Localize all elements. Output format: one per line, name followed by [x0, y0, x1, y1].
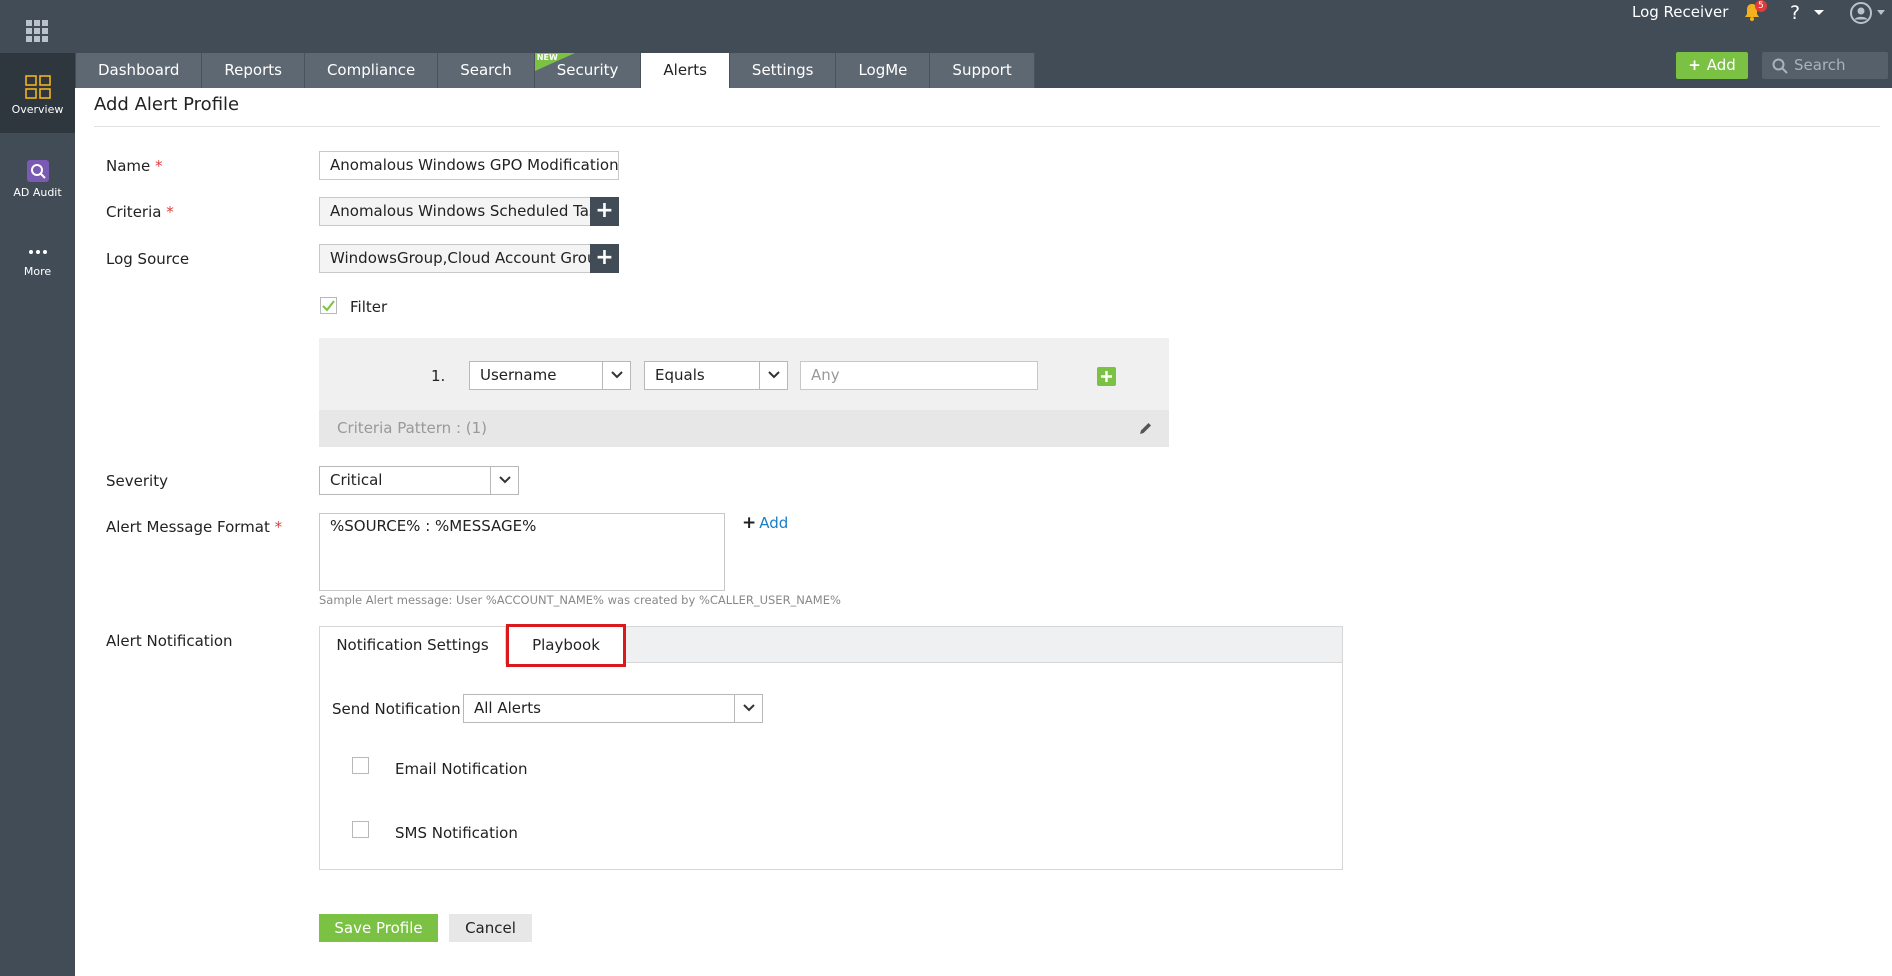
filter-checkbox[interactable] [320, 297, 337, 314]
main-tabs: Dashboard Reports Compliance Search NEW … [76, 53, 1035, 88]
filter-value-input[interactable]: Any [800, 361, 1038, 390]
tab-compliance[interactable]: Compliance [304, 53, 439, 88]
tab-notification-settings[interactable]: Notification Settings [320, 627, 506, 664]
search-icon [1772, 58, 1788, 74]
more-dots-icon [28, 250, 47, 254]
send-notification-select[interactable]: All Alerts [463, 694, 763, 723]
alert-notification-label: Alert Notification [106, 632, 233, 650]
name-input[interactable]: Anomalous Windows GPO Modification [319, 151, 619, 180]
filter-field-select[interactable]: Username [469, 361, 631, 390]
ad-audit-icon [26, 160, 49, 182]
add-log-source-button[interactable]: + [590, 244, 619, 273]
save-profile-button[interactable]: Save Profile [319, 914, 438, 942]
cancel-button[interactable]: Cancel [449, 914, 532, 942]
severity-select[interactable]: Critical [319, 466, 519, 495]
tab-search[interactable]: Search [438, 53, 535, 88]
filter-row-number: 1. [431, 367, 446, 385]
tab-logme[interactable]: LogMe [836, 53, 931, 88]
user-avatar-icon[interactable] [1850, 2, 1872, 24]
plus-icon: + [742, 513, 757, 533]
rail-label-overview: Overview [11, 103, 64, 116]
severity-label: Severity [106, 472, 168, 490]
message-format-label: Alert Message Format * [106, 518, 283, 536]
tab-reports[interactable]: Reports [202, 53, 305, 88]
add-criteria-button[interactable]: + [590, 197, 619, 226]
user-dropdown-caret-icon[interactable] [1877, 10, 1885, 15]
required-mark: * [166, 203, 174, 221]
sample-message-hint: Sample Alert message: User %ACCOUNT_NAME… [319, 593, 841, 607]
title-divider [94, 126, 1880, 127]
required-mark: * [274, 518, 283, 536]
help-icon[interactable]: ? [1790, 2, 1800, 24]
add-variable-link[interactable]: + Add [742, 513, 788, 533]
rail-label-more: More [23, 265, 52, 278]
send-notification-label: Send Notification [332, 700, 461, 718]
plus-icon: + [1688, 56, 1701, 74]
left-rail: Overview AD Audit More [0, 53, 75, 976]
message-format-textarea[interactable]: %SOURCE% : %MESSAGE% [319, 513, 725, 591]
rail-label-ad-audit: AD Audit [13, 186, 62, 199]
log-receiver-link[interactable]: Log Receiver [1632, 3, 1728, 21]
rail-item-ad-audit[interactable]: AD Audit [0, 160, 75, 199]
email-notification-label: Email Notification [395, 760, 528, 778]
checkmark-icon [322, 300, 335, 312]
filter-label: Filter [350, 298, 388, 316]
required-mark: * [155, 157, 163, 175]
page-title: Add Alert Profile [94, 94, 240, 115]
sms-notification-checkbox[interactable] [352, 821, 369, 838]
criteria-pattern-text: Criteria Pattern : (1) [337, 419, 488, 437]
sms-notification-label: SMS Notification [395, 824, 518, 842]
chevron-down-icon [499, 476, 511, 484]
chevron-down-icon [611, 371, 623, 379]
search-input[interactable]: Search [1762, 52, 1888, 79]
email-notification-checkbox[interactable] [352, 757, 369, 774]
overview-grid-icon [24, 75, 51, 99]
notification-panel: Notification Settings Playbook Send Noti… [319, 624, 1343, 870]
add-filter-row-icon[interactable] [1097, 367, 1116, 386]
tab-support[interactable]: Support [930, 53, 1035, 88]
tab-alerts[interactable]: Alerts [641, 53, 730, 88]
criteria-input[interactable]: Anomalous Windows Scheduled Task [319, 197, 591, 226]
new-badge-text: NEW [536, 53, 558, 62]
edit-pencil-icon[interactable] [1138, 421, 1153, 436]
log-source-label: Log Source [106, 250, 190, 268]
tab-dashboard[interactable]: Dashboard [76, 53, 203, 88]
rail-item-more[interactable]: More [0, 242, 75, 278]
tab-playbook[interactable]: Playbook [506, 624, 626, 667]
chevron-down-icon [768, 371, 780, 379]
filter-operator-select[interactable]: Equals [644, 361, 788, 390]
add-button[interactable]: + Add [1676, 52, 1748, 79]
app-launcher-icon[interactable] [26, 20, 48, 42]
help-dropdown-caret-icon[interactable] [1814, 10, 1824, 15]
tab-security[interactable]: NEW Security [534, 53, 642, 88]
rail-item-overview[interactable]: Overview [0, 53, 75, 133]
criteria-label: Criteria * [106, 203, 174, 221]
log-source-input[interactable]: WindowsGroup,Cloud Account Group [319, 244, 591, 273]
tab-settings[interactable]: Settings [729, 53, 837, 88]
chevron-down-icon [743, 704, 755, 712]
notification-count-badge: 5 [1755, 0, 1767, 12]
name-label: Name * [106, 157, 163, 175]
